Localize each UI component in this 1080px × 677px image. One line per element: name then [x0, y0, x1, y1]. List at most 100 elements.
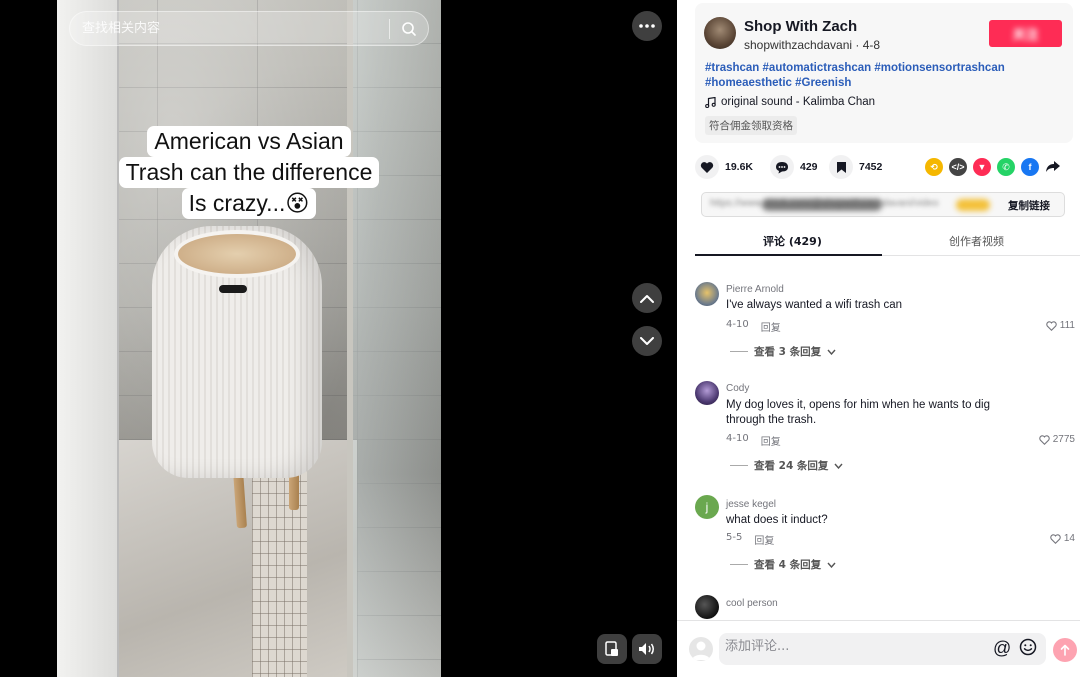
comment-like[interactable]: 14 [1050, 533, 1075, 544]
comment-text: I've always wanted a wifi trash can [726, 299, 903, 311]
view-replies-label: 查看 3 条回复 [754, 346, 822, 358]
commenter-avatar[interactable] [695, 595, 719, 619]
comment-action[interactable]: 429 [770, 153, 818, 181]
reply-button[interactable]: 回复 [754, 532, 774, 547]
my-avatar [689, 637, 713, 661]
comment-like-count: 2775 [1052, 434, 1075, 445]
comment-like-count: 14 [1063, 533, 1075, 544]
bookmark-icon [836, 161, 846, 173]
hashtags[interactable]: #trashcan #automatictrashcan #motionsens… [705, 61, 1005, 91]
trashcan-sensor [219, 285, 247, 293]
comment-icon [776, 161, 788, 173]
volume-button[interactable] [632, 634, 662, 664]
facebook-icon[interactable]: f [1021, 158, 1039, 176]
embed-icon[interactable]: </> [949, 158, 967, 176]
next-video-button[interactable] [632, 326, 662, 356]
post-comment-button[interactable] [1053, 638, 1077, 662]
follow-button[interactable]: 关注 [989, 20, 1062, 47]
caption-line: Is crazy...😵 [181, 188, 317, 219]
view-replies-button[interactable]: 查看 24 条回复 [730, 458, 843, 473]
save-action[interactable]: 7452 [829, 153, 882, 181]
view-replies-button[interactable]: 查看 4 条回复 [730, 557, 836, 572]
chevron-down-icon [827, 562, 836, 568]
comment-input[interactable] [725, 639, 975, 654]
comment-like-count: 111 [1059, 320, 1075, 331]
chevron-down-icon [834, 463, 843, 469]
emoji-icon[interactable] [1019, 638, 1037, 661]
search-icon [402, 21, 416, 36]
follow-label: 关注 [1012, 27, 1039, 42]
comment-text: My dog loves it, opens for him when he w… [726, 399, 991, 426]
comment-count: 429 [800, 161, 818, 173]
tab-creator-videos[interactable]: 创作者视频 [949, 233, 1004, 249]
share-arrow-icon[interactable] [1045, 158, 1061, 179]
comment-meta: 5-5 回复 [726, 532, 774, 547]
trashcan-lid [174, 230, 300, 278]
replies-dash [730, 351, 748, 352]
replies-dash [730, 564, 748, 565]
comment-like[interactable]: 111 [1046, 320, 1075, 331]
heart-icon-wrap [695, 155, 719, 179]
replies-dash [730, 465, 748, 466]
more-options-button[interactable] [632, 11, 662, 41]
comment-text: what does it induct? [726, 514, 828, 526]
link-blur [762, 199, 882, 211]
toilet [57, 0, 119, 677]
view-replies-button[interactable]: 查看 3 条回复 [730, 344, 836, 359]
active-tab-indicator [695, 254, 882, 256]
heart-outline-icon [1039, 434, 1050, 445]
picture-in-picture-button[interactable] [597, 634, 627, 664]
like-count: 19.6K [725, 161, 754, 173]
repost-icon[interactable]: ⟲ [925, 158, 943, 176]
comment-date: 4-10 [726, 319, 749, 330]
comment-like[interactable]: 2775 [1039, 434, 1075, 445]
arrow-up-icon [1060, 644, 1070, 656]
commenter-avatar[interactable] [695, 282, 719, 306]
comment-meta: 4-10 回复 [726, 433, 781, 448]
more-icon [639, 24, 655, 28]
caption-line: Trash can the difference [118, 157, 380, 188]
shower-glass [347, 0, 441, 677]
comment-icon-wrap [770, 155, 794, 179]
comment-date: 5-5 [726, 532, 743, 543]
commenter-name[interactable]: cool person [726, 598, 778, 609]
reply-button[interactable]: 回复 [761, 319, 781, 334]
volume-icon [639, 643, 654, 655]
sound-link[interactable]: original sound - Kalimba Chan [705, 96, 875, 108]
comment-composer: @ [677, 620, 1080, 677]
commenter-avatar[interactable]: j [695, 495, 719, 519]
copy-link-button[interactable]: 复制链接 [1008, 198, 1050, 213]
comment-meta: 4-10 回复 [726, 319, 781, 334]
video-caption: American vs Asian Trash can the differen… [57, 126, 441, 219]
author-avatar[interactable] [704, 17, 736, 49]
share-arrow-svg [1046, 161, 1060, 172]
user-silhouette-icon [692, 641, 710, 660]
commenter-avatar[interactable] [695, 381, 719, 405]
search-button[interactable] [390, 11, 428, 46]
commenter-name[interactable]: jesse kegel [726, 499, 776, 510]
sound-label: original sound - Kalimba Chan [721, 96, 876, 108]
mention-icon[interactable]: @ [993, 638, 1011, 659]
like-action[interactable]: 19.6K [695, 153, 753, 181]
chevron-down-icon [640, 336, 654, 345]
whatsapp-icon[interactable]: ✆ [997, 158, 1015, 176]
video-frame[interactable]: American vs Asian Trash can the differen… [57, 0, 441, 677]
heart-icon [700, 161, 714, 173]
chevron-up-icon [640, 294, 654, 303]
send-to-friends-icon[interactable]: ▼ [973, 158, 991, 176]
heart-outline-icon [1046, 320, 1057, 331]
comment-input-box: @ [719, 633, 1046, 665]
previous-video-button[interactable] [632, 283, 662, 313]
music-note-icon [705, 96, 716, 108]
commenter-name[interactable]: Cody [726, 383, 749, 394]
commenter-name[interactable]: Pierre Arnold [726, 284, 784, 295]
reply-button[interactable]: 回复 [761, 433, 781, 448]
comment-date: 4-10 [726, 433, 749, 444]
chevron-down-icon [827, 349, 836, 355]
search-input[interactable] [70, 21, 389, 36]
author-name[interactable]: Shop With Zach [744, 18, 857, 35]
picture-in-picture-icon [605, 641, 618, 656]
video-player[interactable]: American vs Asian Trash can the differen… [0, 0, 677, 677]
tab-comments[interactable]: 评论 (429) [763, 233, 822, 249]
author-handle: shopwithzachdavani · 4-8 [744, 38, 881, 52]
